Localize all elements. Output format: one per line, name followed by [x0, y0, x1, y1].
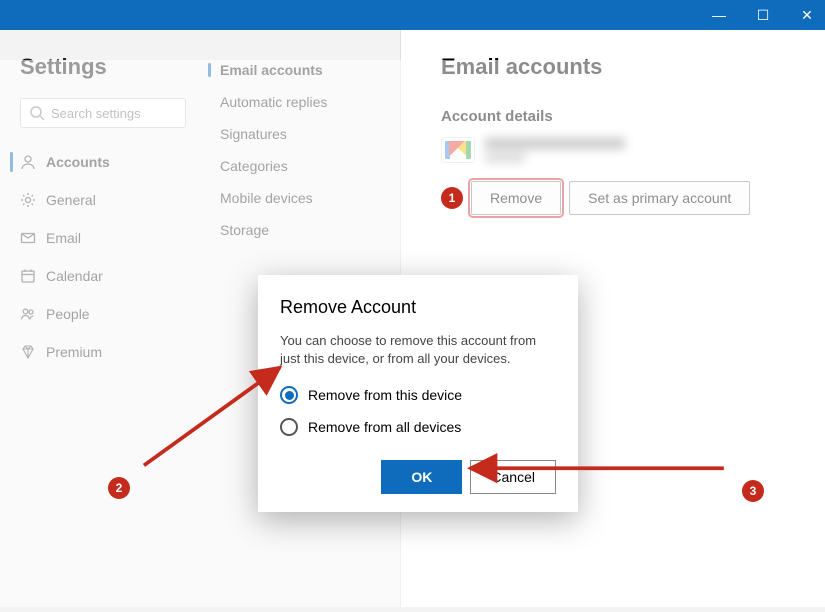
- diamond-icon: [20, 344, 36, 360]
- sub-email-accounts[interactable]: Email accounts: [204, 54, 390, 86]
- radio-icon: [280, 418, 298, 436]
- nav-label: Premium: [46, 344, 102, 360]
- search-box[interactable]: [20, 98, 186, 128]
- sub-mobile-devices[interactable]: Mobile devices: [204, 182, 390, 214]
- nav-email[interactable]: Email: [20, 226, 186, 250]
- sub-storage[interactable]: Storage: [204, 214, 390, 246]
- mail-icon: [20, 230, 36, 246]
- person-icon: [20, 154, 36, 170]
- sub-signatures[interactable]: Signatures: [204, 118, 390, 150]
- nav-general[interactable]: General: [20, 188, 186, 212]
- radio-label: Remove from this device: [308, 387, 462, 403]
- dialog-body: You can choose to remove this account fr…: [280, 332, 556, 368]
- section-heading: Account details: [441, 108, 825, 125]
- minimize-button[interactable]: —: [709, 7, 729, 23]
- nav-label: People: [46, 306, 90, 322]
- maximize-button[interactable]: ☐: [753, 7, 773, 24]
- page-heading: Email accounts: [441, 54, 825, 80]
- ok-button[interactable]: OK: [381, 460, 462, 494]
- nav-label: Accounts: [46, 154, 110, 170]
- close-button[interactable]: ✕: [797, 7, 817, 24]
- step-badge-1: 1: [441, 187, 463, 209]
- dialog-title: Remove Account: [280, 297, 556, 318]
- calendar-icon: [20, 268, 36, 284]
- search-input[interactable]: [51, 106, 177, 121]
- nav-people[interactable]: People: [20, 302, 186, 326]
- search-icon: [29, 105, 45, 121]
- sub-automatic-replies[interactable]: Automatic replies: [204, 86, 390, 118]
- step-badge-2: 2: [108, 477, 130, 499]
- settings-title: Settings: [20, 54, 186, 80]
- nav-label: Calendar: [46, 268, 103, 284]
- sub-categories[interactable]: Categories: [204, 150, 390, 182]
- title-bar: — ☐ ✕: [0, 0, 825, 30]
- account-row: [441, 137, 825, 163]
- account-email: [485, 138, 625, 162]
- radio-remove-all[interactable]: Remove from all devices: [280, 418, 556, 436]
- cancel-button[interactable]: Cancel: [470, 460, 556, 494]
- set-primary-button[interactable]: Set as primary account: [569, 181, 750, 215]
- remove-button[interactable]: Remove: [471, 181, 561, 215]
- nav-label: General: [46, 192, 96, 208]
- nav-calendar[interactable]: Calendar: [20, 264, 186, 288]
- nav-accounts[interactable]: Accounts: [20, 150, 186, 174]
- radio-icon: [280, 386, 298, 404]
- radio-remove-device[interactable]: Remove from this device: [280, 386, 556, 404]
- nav-premium[interactable]: Premium: [20, 340, 186, 364]
- nav-label: Email: [46, 230, 81, 246]
- remove-account-dialog: Remove Account You can choose to remove …: [258, 275, 578, 512]
- settings-sidebar: Settings Accounts General Email Calendar: [0, 30, 200, 607]
- radio-label: Remove from all devices: [308, 419, 461, 435]
- gmail-icon: [441, 137, 475, 163]
- step-badge-3: 3: [742, 480, 764, 502]
- people-icon: [20, 306, 36, 322]
- gear-icon: [20, 192, 36, 208]
